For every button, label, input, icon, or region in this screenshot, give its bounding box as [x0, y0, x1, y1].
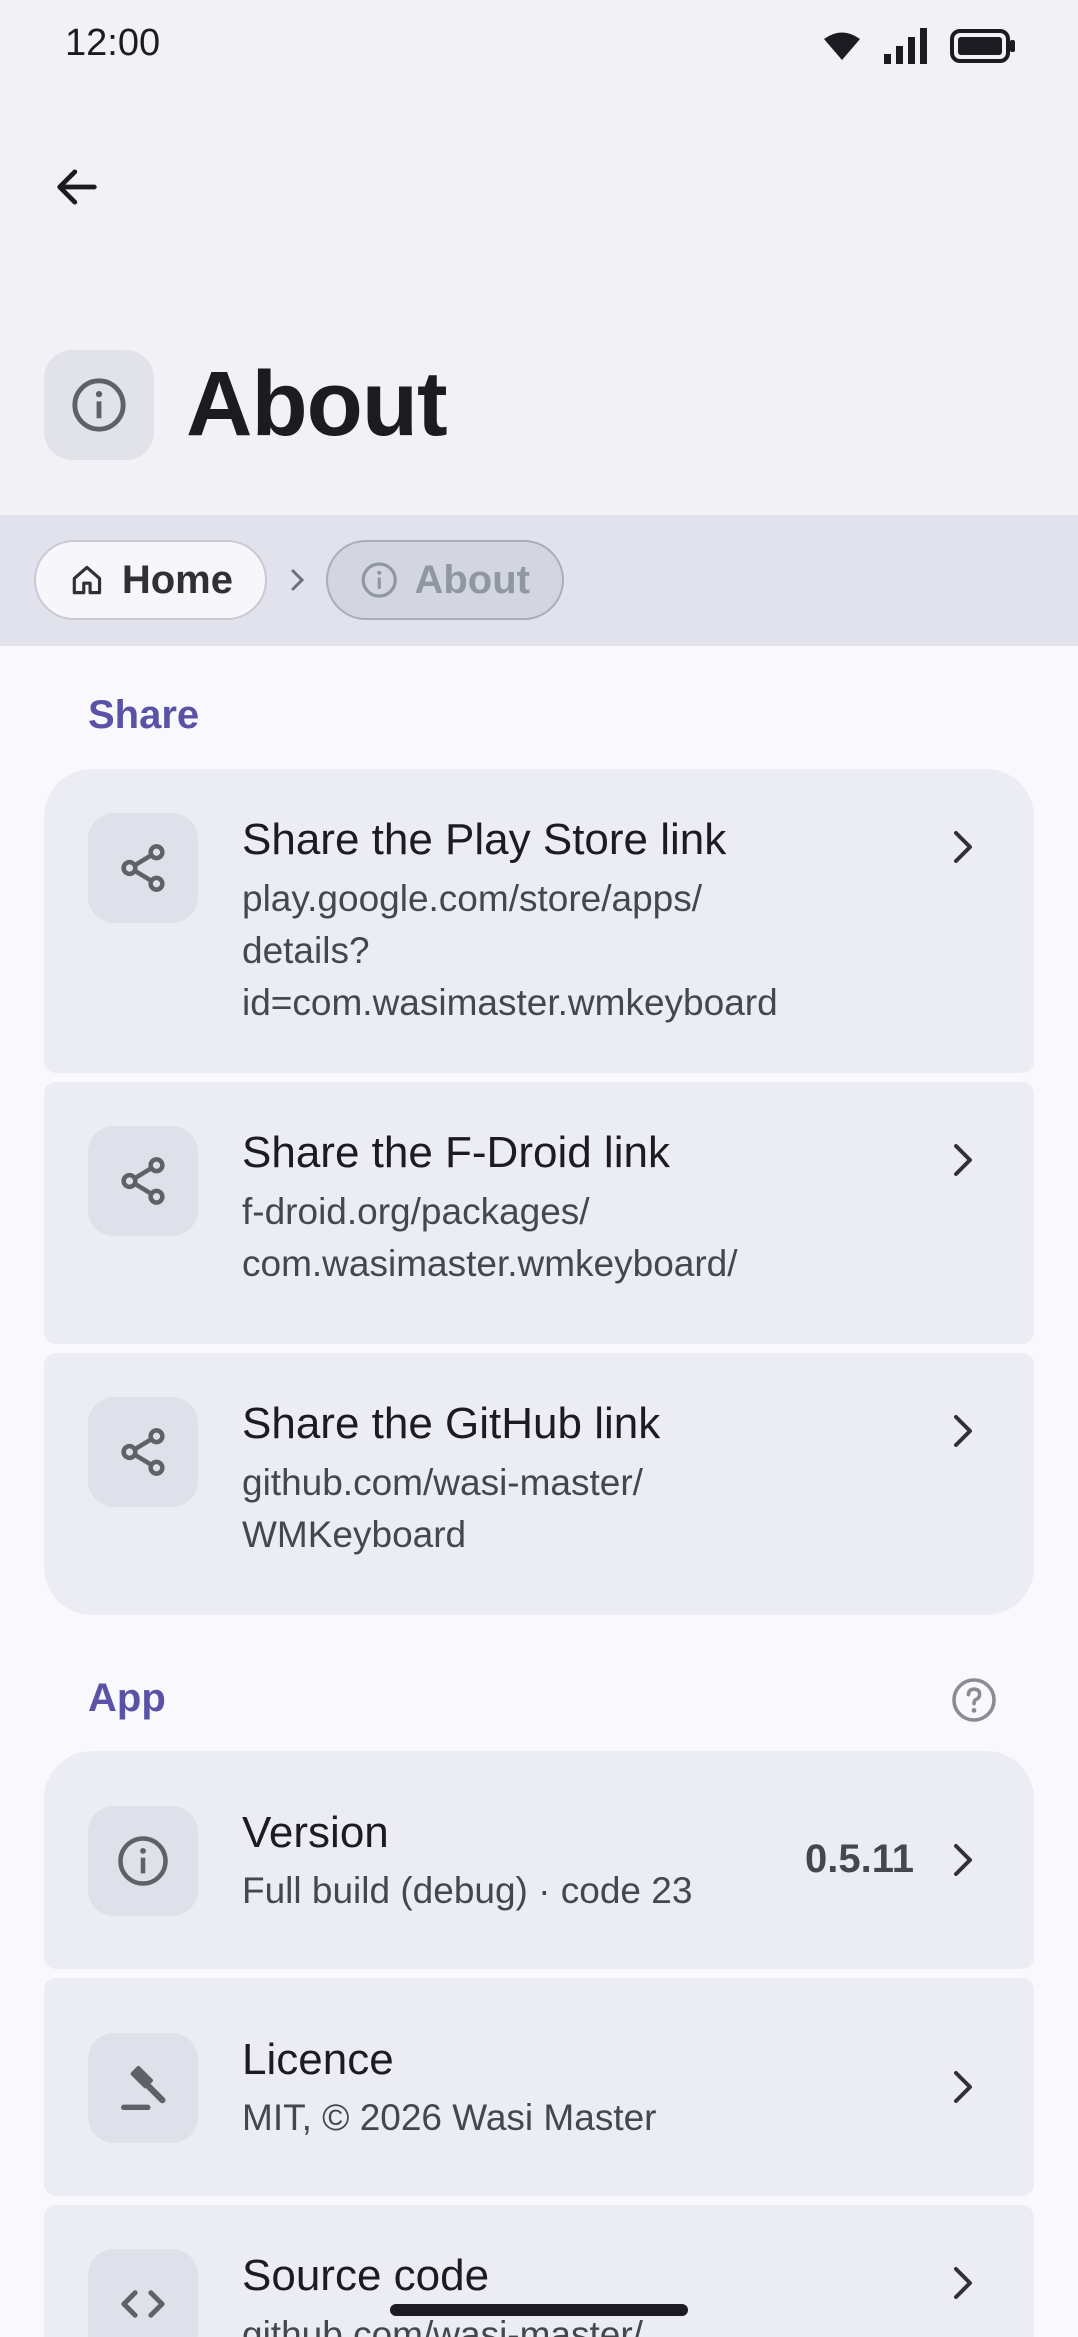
share-icon-box [88, 1397, 198, 1507]
item-subtitle: play.google.com/store/apps/ details? id=… [242, 878, 778, 1023]
source-code-icon-box [88, 2249, 198, 2337]
item-subtitle: MIT, © 2026 Wasi Master [242, 2097, 657, 2138]
item-subtitle: github.com/wasi-master/ WMKeyboard [242, 1462, 643, 1555]
breadcrumb-current[interactable]: About [326, 540, 564, 620]
chevron-right-icon [954, 1844, 972, 1876]
chevron-right-icon [954, 2267, 972, 2299]
battery-icon [950, 29, 1015, 63]
version-value: 0.5.11 [804, 1837, 914, 1881]
section-header-app: App [88, 1676, 166, 1720]
signal-icon [884, 28, 927, 64]
version-icon-box [88, 1806, 198, 1916]
share-icon [121, 1157, 165, 1205]
share-icon-box [88, 1126, 198, 1236]
arrow-back-icon [57, 169, 97, 205]
back-button[interactable] [40, 150, 114, 224]
page-title: About [186, 353, 448, 455]
share-play-store-item[interactable]: Share the Play Store link play.google.co… [44, 769, 1034, 1073]
share-icon-box [88, 813, 198, 923]
licence-item[interactable]: Licence MIT, © 2026 Wasi Master [44, 1978, 1034, 2196]
share-icon [121, 1428, 165, 1476]
share-fdroid-item[interactable]: Share the F-Droid link f-droid.org/packa… [44, 1082, 1034, 1344]
breadcrumb-home[interactable]: Home [34, 540, 267, 620]
item-title: Source code [242, 2251, 490, 2300]
gavel-icon [121, 2065, 166, 2110]
chevron-right-icon [954, 831, 972, 863]
breadcrumb-home-label: Home [121, 557, 233, 602]
item-subtitle: f-droid.org/packages/ com.wasimaster.wmk… [242, 1191, 738, 1284]
wifi-icon [824, 32, 860, 60]
app-header: About [0, 96, 1078, 515]
breadcrumb: Home About [0, 515, 1078, 646]
chevron-right-icon [954, 1415, 972, 1447]
share-icon [121, 844, 165, 892]
chevron-right-icon [291, 569, 305, 591]
home-icon [72, 565, 102, 595]
title-icon-box [44, 350, 154, 460]
version-item[interactable]: Version Full build (debug) · code 23 0.5… [44, 1751, 1034, 1969]
share-github-item[interactable]: Share the GitHub link github.com/wasi-ma… [44, 1353, 1034, 1615]
status-time: 12:00 [65, 22, 161, 64]
source-code-item[interactable]: Source code github.com/wasi-master/ [44, 2205, 1034, 2337]
item-title: Share the Play Store link [242, 815, 727, 864]
item-title: Share the GitHub link [242, 1399, 661, 1448]
breadcrumb-current-label: About [414, 557, 530, 602]
status-bar: 12:00 [0, 0, 1078, 96]
info-icon [118, 1836, 168, 1886]
item-title: Licence [242, 2035, 394, 2084]
licence-icon-box [88, 2033, 198, 2143]
info-icon [72, 378, 126, 432]
section-header-share: Share [88, 693, 200, 737]
code-icon [121, 2290, 165, 2318]
help-icon[interactable] [950, 1676, 998, 1724]
info-icon [361, 562, 397, 598]
item-title: Version [242, 1808, 389, 1857]
gesture-navigation-bar[interactable] [390, 2304, 688, 2316]
chevron-right-icon [954, 2071, 972, 2103]
chevron-right-icon [954, 1144, 972, 1176]
about-screen: 12:00 About Home About Share Share the P… [0, 0, 1078, 2337]
item-title: Share the F-Droid link [242, 1128, 670, 1177]
status-icons [822, 28, 1016, 64]
item-subtitle: Full build (debug) · code 23 [242, 1870, 693, 1911]
